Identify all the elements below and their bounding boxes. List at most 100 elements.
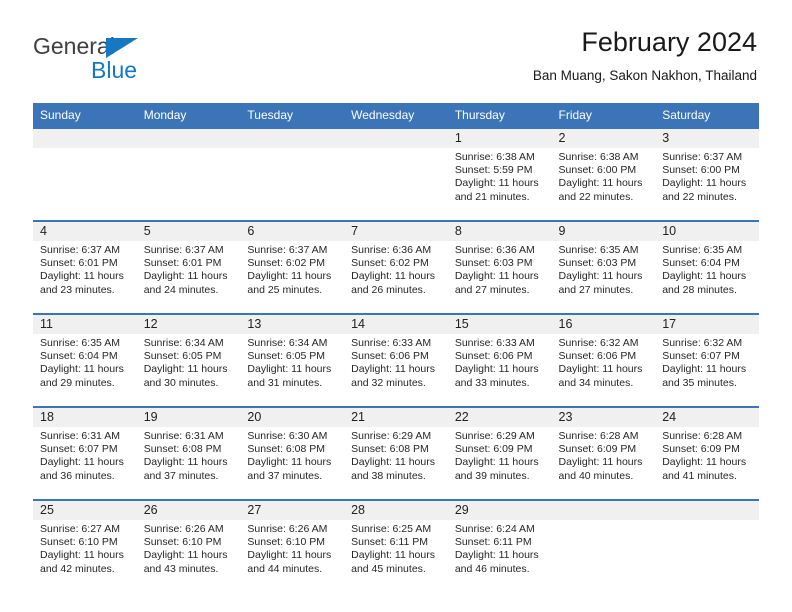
daylight-duration-line2: and 42 minutes. — [40, 562, 115, 575]
day-number: 24 — [655, 408, 759, 427]
sunset-time: Sunset: 6:00 PM — [662, 164, 740, 177]
day-details: Sunrise: 6:27 AM Sunset: 6:10 PM Daylight:… — [33, 520, 137, 576]
day-details: Sunrise: 6:32 AM Sunset: 6:06 PM Daylight:… — [552, 334, 656, 390]
calendar-day-cell[interactable]: 27 Sunrise: 6:26 AM Sunset: 6:10 PM Dayligh… — [240, 499, 345, 593]
day-number: 13 — [240, 315, 345, 334]
calendar-week-row: 18 Sunrise: 6:31 AM Sunset: 6:07 PM Dayligh… — [33, 406, 759, 500]
calendar-day-cell[interactable]: 1 Sunrise: 6:38 AM Sunset: 5:59 PM Daylight… — [447, 127, 552, 221]
weekday-header-row: Sunday Monday Tuesday Wednesday Thursday… — [33, 103, 759, 128]
calendar-table: Sunday Monday Tuesday Wednesday Thursday… — [33, 103, 759, 593]
daylight-duration-line2: and 27 minutes. — [558, 283, 634, 296]
day-details: Sunrise: 6:34 AM Sunset: 6:05 PM Daylight:… — [137, 334, 241, 390]
day-details: Sunrise: 6:25 AM Sunset: 6:11 PM Daylight:… — [344, 520, 448, 576]
calendar-day-cell[interactable]: 5 Sunrise: 6:37 AM Sunset: 6:01 PM Daylight… — [136, 220, 241, 314]
day-details: Sunrise: 6:31 AM Sunset: 6:07 PM Daylight:… — [33, 427, 137, 483]
sunset-time: Sunset: 6:04 PM — [662, 257, 740, 270]
sunrise-time: Sunrise: 6:34 AM — [247, 337, 328, 349]
calendar-day-cell[interactable]: 22 Sunrise: 6:29 AM Sunset: 6:09 PM Dayligh… — [447, 406, 552, 500]
day-number: 5 — [136, 222, 241, 241]
general-blue-logo: General Blue — [33, 27, 173, 87]
sunrise-time: Sunrise: 6:27 AM — [40, 523, 120, 535]
day-details: Sunrise: 6:26 AM Sunset: 6:10 PM Daylight:… — [240, 520, 344, 576]
day-details: Sunrise: 6:37 AM Sunset: 6:02 PM Daylight:… — [240, 241, 344, 297]
sunrise-time: Sunrise: 6:31 AM — [143, 430, 224, 442]
day-number: 8 — [447, 222, 552, 241]
sunset-time: Sunset: 6:06 PM — [558, 350, 637, 363]
calendar-day-cell[interactable]: 3 Sunrise: 6:37 AM Sunset: 6:00 PM Daylight… — [655, 127, 759, 221]
daylight-duration-line1: Daylight: 11 hours — [143, 549, 228, 562]
day-number: 10 — [655, 222, 759, 241]
day-number: 19 — [136, 408, 241, 427]
daylight-duration-line1: Daylight: 11 hours — [454, 456, 539, 469]
calendar-day-cell[interactable]: 16 Sunrise: 6:32 AM Sunset: 6:06 PM Dayligh… — [551, 313, 656, 407]
daylight-duration-line2: and 46 minutes. — [454, 562, 530, 575]
day-details: Sunrise: 6:35 AM Sunset: 6:04 PM Daylight:… — [33, 334, 137, 390]
day-number — [655, 501, 759, 520]
calendar-day-cell[interactable]: 24 Sunrise: 6:28 AM Sunset: 6:09 PM Dayligh… — [655, 406, 759, 500]
calendar-day-cell[interactable]: 23 Sunrise: 6:28 AM Sunset: 6:09 PM Dayligh… — [551, 406, 656, 500]
calendar-day-cell[interactable]: 26 Sunrise: 6:26 AM Sunset: 6:10 PM Dayligh… — [136, 499, 241, 593]
day-details: Sunrise: 6:28 AM Sunset: 6:09 PM Daylight:… — [552, 427, 656, 483]
calendar-day-cell[interactable]: 11 Sunrise: 6:35 AM Sunset: 6:04 PM Dayligh… — [33, 313, 137, 407]
sunset-time: Sunset: 6:05 PM — [143, 350, 222, 363]
calendar-day-cell[interactable]: 17 Sunrise: 6:32 AM Sunset: 6:07 PM Dayligh… — [655, 313, 759, 407]
calendar-day-cell[interactable]: 20 Sunrise: 6:30 AM Sunset: 6:08 PM Dayligh… — [240, 406, 345, 500]
daylight-duration-line2: and 38 minutes. — [351, 469, 426, 482]
calendar-day-cell[interactable]: 25 Sunrise: 6:27 AM Sunset: 6:10 PM Dayligh… — [33, 499, 137, 593]
calendar-day-cell[interactable]: 29 Sunrise: 6:24 AM Sunset: 6:11 PM Dayligh… — [447, 499, 552, 593]
calendar-day-cell[interactable]: 19 Sunrise: 6:31 AM Sunset: 6:08 PM Dayligh… — [136, 406, 241, 500]
weekday-header-tuesday: Tuesday — [240, 103, 345, 128]
sunrise-time: Sunrise: 6:37 AM — [40, 244, 120, 256]
calendar-day-cell[interactable]: 18 Sunrise: 6:31 AM Sunset: 6:07 PM Dayligh… — [33, 406, 137, 500]
sunrise-time: Sunrise: 6:28 AM — [558, 430, 639, 442]
daylight-duration-line1: Daylight: 11 hours — [40, 270, 124, 283]
calendar-day-cell[interactable]: 13 Sunrise: 6:34 AM Sunset: 6:05 PM Dayligh… — [240, 313, 345, 407]
sunset-time: Sunset: 6:09 PM — [558, 443, 637, 456]
calendar-empty-cell — [344, 127, 448, 221]
sunset-time: Sunset: 6:06 PM — [351, 350, 429, 363]
calendar-day-cell[interactable]: 4 Sunrise: 6:37 AM Sunset: 6:01 PM Daylight… — [33, 220, 137, 314]
calendar-day-cell[interactable]: 21 Sunrise: 6:29 AM Sunset: 6:08 PM Dayligh… — [344, 406, 448, 500]
calendar-day-cell[interactable]: 9 Sunrise: 6:35 AM Sunset: 6:03 PM Daylight… — [551, 220, 656, 314]
day-details: Sunrise: 6:24 AM Sunset: 6:11 PM Daylight:… — [448, 520, 552, 576]
calendar-day-cell[interactable]: 2 Sunrise: 6:38 AM Sunset: 6:00 PM Daylight… — [551, 127, 656, 221]
day-details: Sunrise: 6:33 AM Sunset: 6:06 PM Daylight:… — [448, 334, 552, 390]
calendar-day-cell[interactable]: 7 Sunrise: 6:36 AM Sunset: 6:02 PM Daylight… — [344, 220, 448, 314]
day-details: Sunrise: 6:32 AM Sunset: 6:07 PM Daylight:… — [655, 334, 759, 390]
calendar-day-cell[interactable]: 8 Sunrise: 6:36 AM Sunset: 6:03 PM Daylight… — [447, 220, 552, 314]
daylight-duration-line1: Daylight: 11 hours — [662, 363, 747, 376]
sunset-time: Sunset: 6:01 PM — [143, 257, 222, 270]
sunset-time: Sunset: 6:04 PM — [40, 350, 118, 363]
day-details: Sunrise: 6:34 AM Sunset: 6:05 PM Daylight:… — [240, 334, 344, 390]
daylight-duration-line1: Daylight: 11 hours — [247, 549, 332, 562]
day-number: 2 — [551, 129, 656, 148]
calendar-day-cell[interactable]: 28 Sunrise: 6:25 AM Sunset: 6:11 PM Dayligh… — [344, 499, 448, 593]
day-details: Sunrise: 6:35 AM Sunset: 6:04 PM Daylight:… — [655, 241, 759, 297]
calendar-day-cell[interactable]: 6 Sunrise: 6:37 AM Sunset: 6:02 PM Daylight… — [240, 220, 345, 314]
logo-text-general: General — [33, 33, 115, 59]
day-number: 14 — [344, 315, 448, 334]
daylight-duration-line2: and 45 minutes. — [351, 562, 426, 575]
sunset-time: Sunset: 6:09 PM — [662, 443, 740, 456]
daylight-duration-line1: Daylight: 11 hours — [40, 456, 124, 469]
day-number — [551, 501, 656, 520]
calendar-day-cell[interactable]: 10 Sunrise: 6:35 AM Sunset: 6:04 PM Dayligh… — [655, 220, 759, 314]
calendar-day-cell[interactable]: 14 Sunrise: 6:33 AM Sunset: 6:06 PM Dayligh… — [344, 313, 448, 407]
calendar-week-row: 4 Sunrise: 6:37 AM Sunset: 6:01 PM Daylight… — [33, 220, 759, 314]
day-number: 7 — [344, 222, 448, 241]
day-number: 23 — [551, 408, 656, 427]
day-details: Sunrise: 6:31 AM Sunset: 6:08 PM Daylight:… — [137, 427, 241, 483]
day-number: 28 — [344, 501, 448, 520]
calendar-day-cell[interactable]: 15 Sunrise: 6:33 AM Sunset: 6:06 PM Dayligh… — [447, 313, 552, 407]
day-details: Sunrise: 6:36 AM Sunset: 6:02 PM Daylight:… — [344, 241, 448, 297]
day-details: Sunrise: 6:35 AM Sunset: 6:03 PM Daylight:… — [552, 241, 656, 297]
day-number: 15 — [447, 315, 552, 334]
sunrise-time: Sunrise: 6:35 AM — [558, 244, 639, 256]
calendar-day-cell[interactable]: 12 Sunrise: 6:34 AM Sunset: 6:05 PM Dayligh… — [136, 313, 241, 407]
daylight-duration-line2: and 23 minutes. — [40, 283, 115, 296]
daylight-duration-line2: and 31 minutes. — [247, 376, 323, 389]
sunrise-time: Sunrise: 6:35 AM — [40, 337, 120, 349]
weekday-header-thursday: Thursday — [447, 103, 552, 128]
daylight-duration-line1: Daylight: 11 hours — [247, 363, 332, 376]
daylight-duration-line2: and 40 minutes. — [558, 469, 634, 482]
